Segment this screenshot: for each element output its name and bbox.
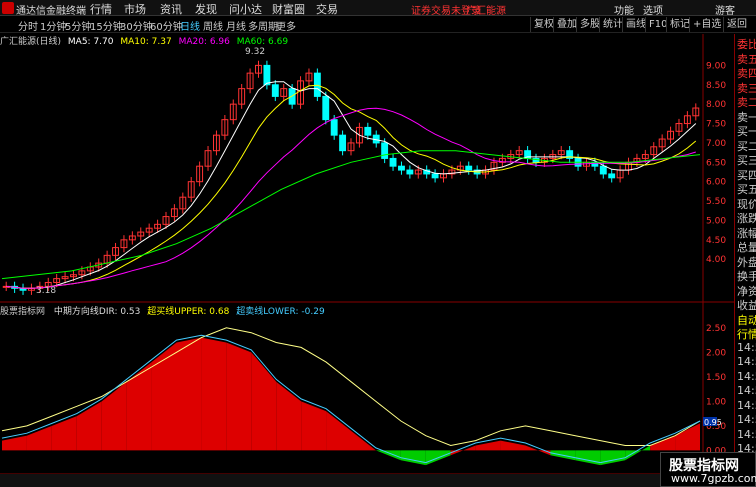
kline-chart[interactable]: 9.00 8.50 8.00 7.50 7.00 6.50 6.00 5.50 5.00 4.50… — [0, 0, 756, 487]
ind-area-segment — [51, 416, 77, 451]
date-axis-bar — [0, 474, 756, 487]
candle-body — [406, 169, 414, 175]
ind-tick: 1.50 — [706, 373, 726, 383]
ind-area-segment — [450, 445, 476, 456]
quote-field: 14:56 — [737, 413, 756, 426]
ind-area-segment — [201, 337, 227, 451]
ind-area-segment — [375, 450, 401, 461]
ind-area-segment — [276, 381, 302, 451]
ind-area-segment — [76, 401, 102, 451]
price-tick: 7.50 — [706, 120, 726, 130]
price-tick: 8.50 — [706, 81, 726, 91]
ind-area-segment — [525, 445, 551, 456]
high-price-label: 9.32 — [245, 47, 265, 57]
candle-body — [398, 165, 405, 171]
price-tick: 6.00 — [706, 178, 726, 188]
ind-area-segment — [251, 352, 277, 451]
quote-field: 14:56 — [737, 427, 756, 441]
quote-field: 14:56 — [737, 369, 756, 383]
ind-area-segment — [301, 401, 327, 451]
ind-marker-value: 0.95 — [704, 418, 722, 427]
candle-body — [431, 173, 439, 179]
ind-area-segment — [2, 435, 27, 451]
quote-field: 14:56 — [737, 340, 756, 354]
ind-area-segment — [600, 450, 626, 466]
quote-field: 14:56 — [737, 398, 756, 412]
candle-body — [271, 84, 279, 97]
ind-area-segment — [226, 342, 252, 451]
candle-body — [608, 173, 616, 179]
ind-area-segment — [326, 411, 351, 451]
price-tick: 4.00 — [706, 255, 726, 265]
ind-area-segment — [176, 337, 202, 451]
candle-body — [599, 165, 607, 175]
ind-tick: 1.00 — [706, 397, 726, 407]
candle-body — [330, 119, 338, 136]
ind-area-segment — [351, 430, 376, 451]
price-tick: 5.50 — [706, 197, 726, 207]
ind-area-segment — [101, 381, 127, 451]
candle-body — [364, 126, 372, 136]
watermark: 股票指标网 www.7gpzb.com — [660, 452, 756, 487]
quote-field: 14:56 — [737, 384, 756, 397]
quote-field: 14:56 — [737, 355, 756, 368]
price-tick: 9.00 — [706, 61, 726, 71]
ind-tick: 2.50 — [706, 324, 726, 334]
quote-panel: 委比 卖五 卖四 卖三 卖二 卖一 买一 买二 买三 买四 买五 现价 涨跌 涨幅 总量 外盘 换手 净资 收益 自动… — [734, 34, 756, 475]
ind-area-segment — [126, 362, 152, 451]
candle-body — [263, 64, 271, 86]
ind-area-segment — [625, 445, 651, 461]
candle-body — [465, 165, 473, 171]
low-price-label: 3.18 — [36, 286, 56, 296]
price-tick: 7.00 — [706, 139, 726, 149]
price-tick: 4.50 — [706, 236, 726, 246]
price-tick: 8.00 — [706, 100, 726, 110]
candle-body — [381, 142, 389, 159]
ind-area-segment — [26, 425, 52, 451]
candle-body — [339, 134, 347, 152]
ind-area-segment — [400, 450, 426, 466]
ind-tick: 2.00 — [706, 348, 726, 358]
watermark-url: www.7gpzb.com — [671, 472, 756, 485]
candle-body — [322, 95, 330, 121]
price-tick: 6.50 — [706, 158, 726, 168]
price-tick: 5.00 — [706, 216, 726, 226]
candle-body — [389, 157, 397, 167]
ind-area-segment — [575, 450, 601, 466]
ind-area-segment — [151, 342, 177, 451]
